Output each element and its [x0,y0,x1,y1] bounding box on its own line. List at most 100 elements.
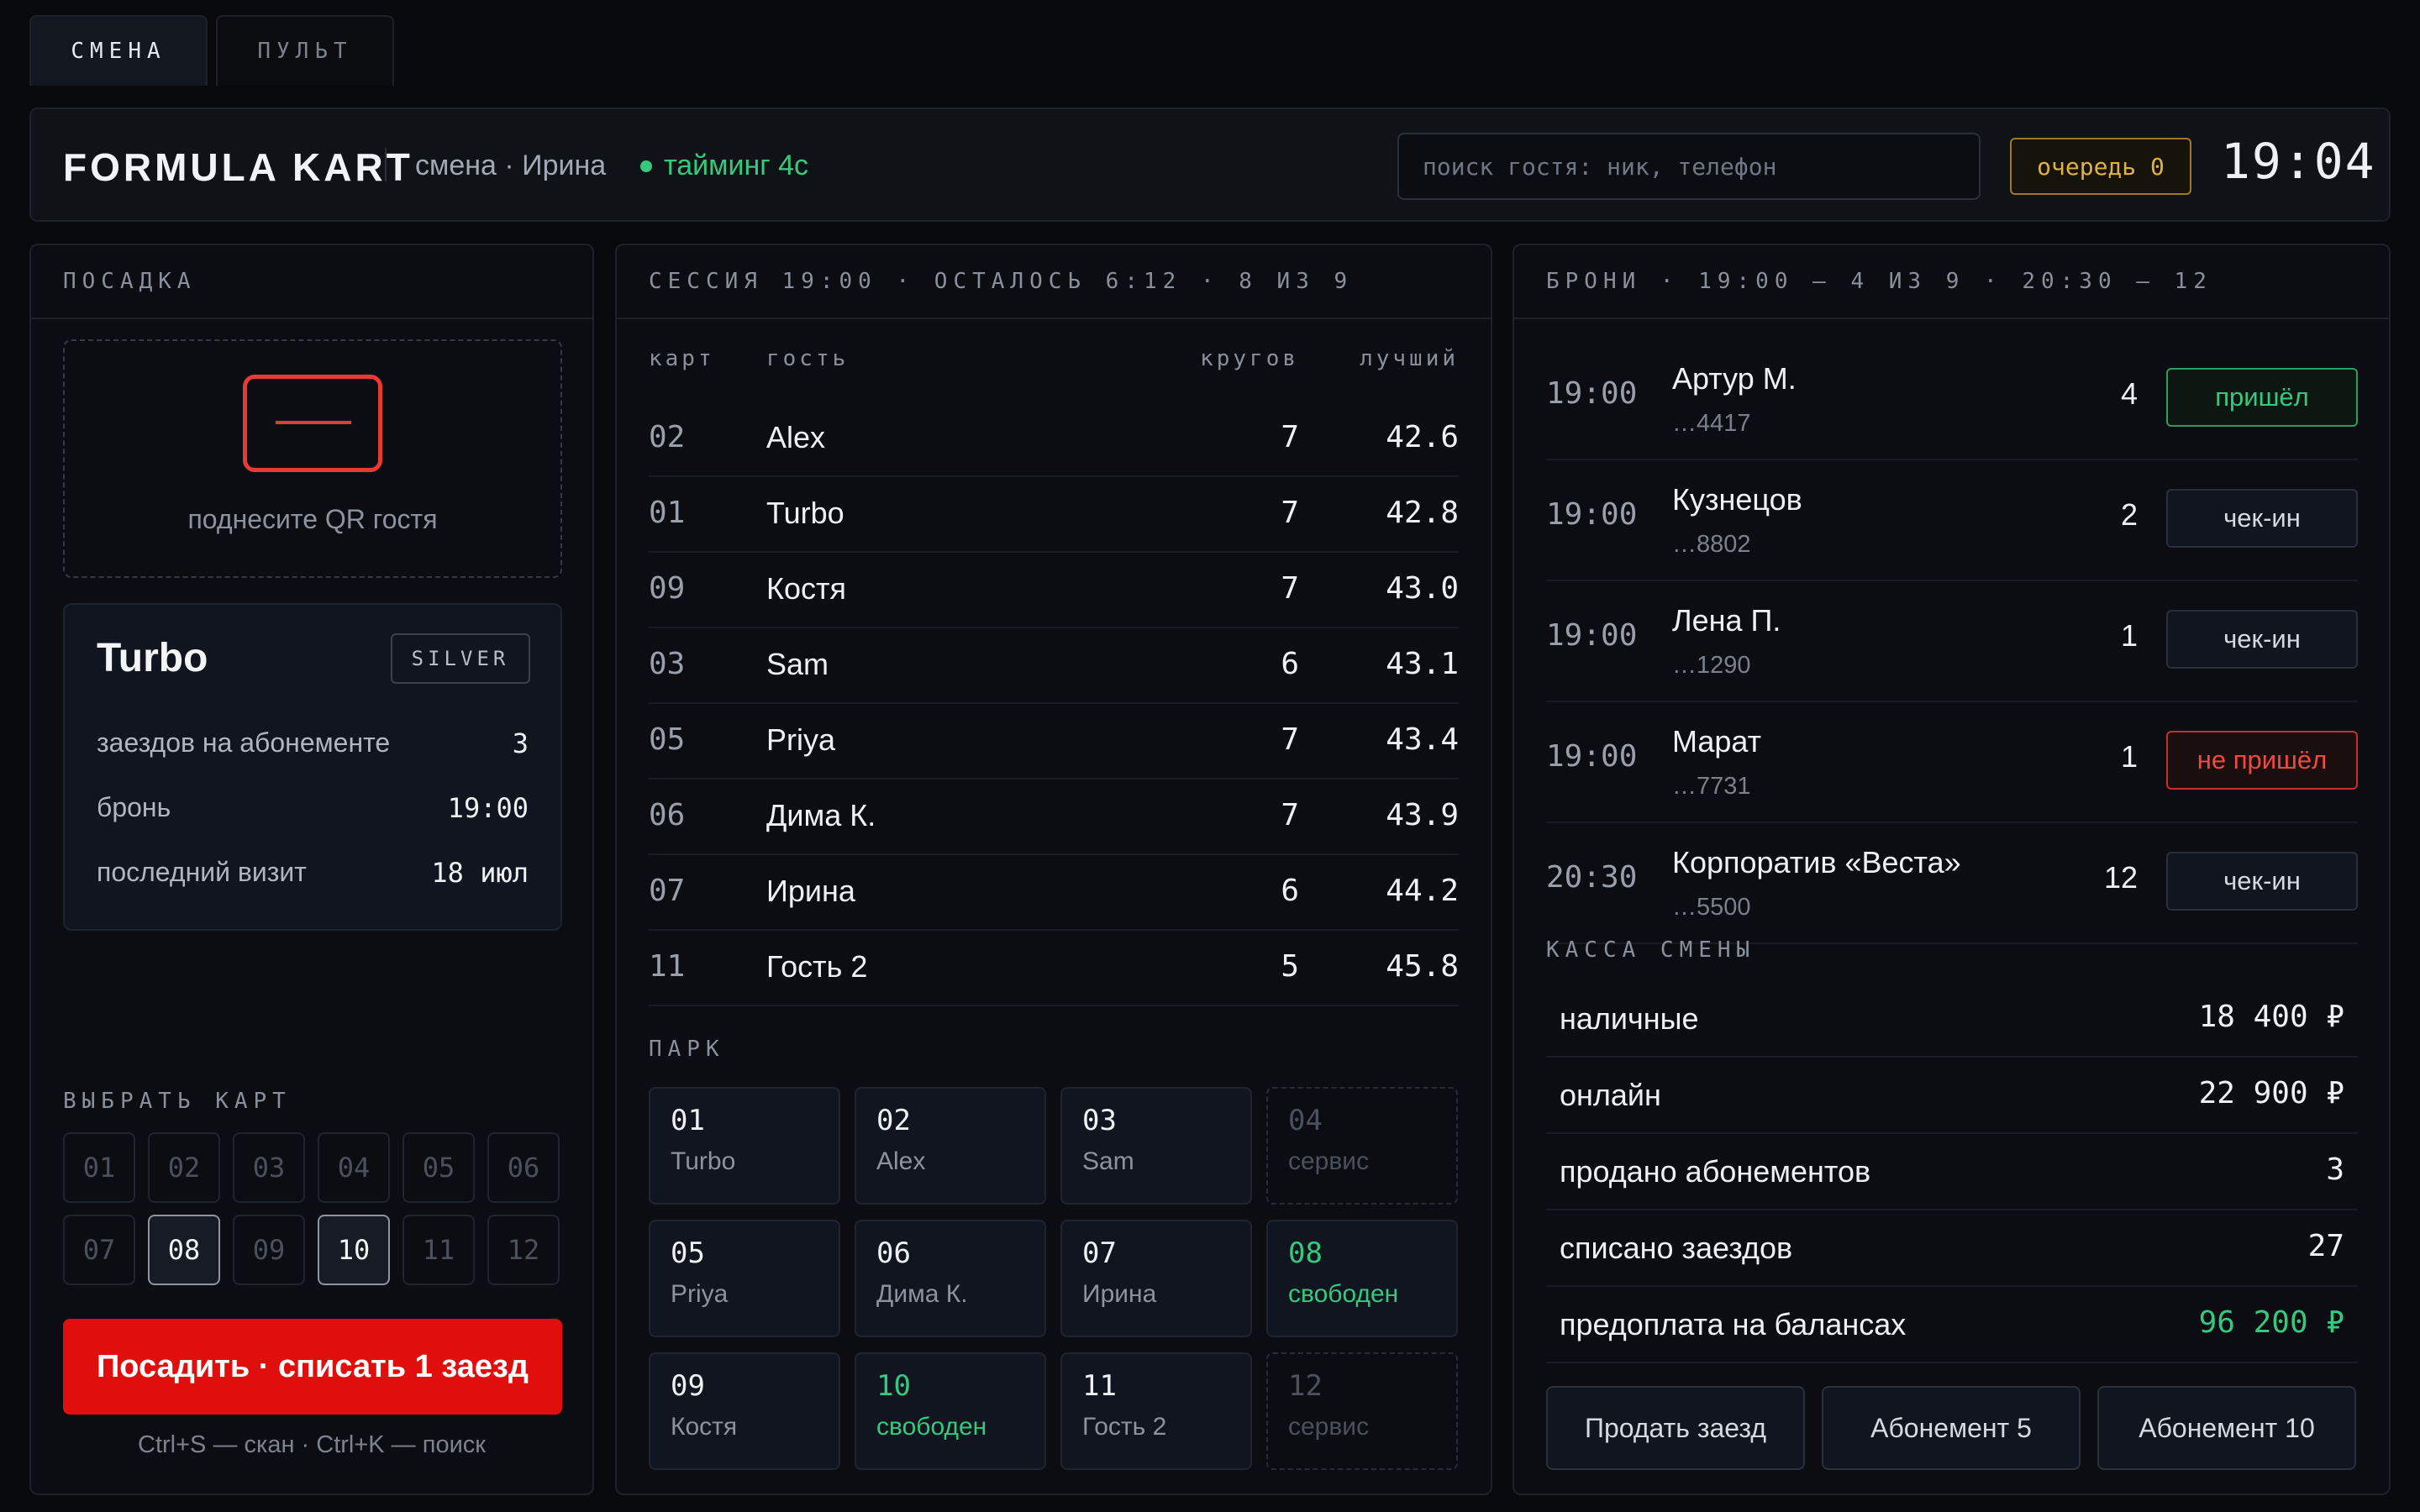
lap-count: 7 [1281,496,1299,530]
park-kart-status: Костя [671,1413,738,1441]
park-kart-01[interactable]: 01 Turbo [649,1087,840,1205]
park-kart-status: Sam [1082,1147,1134,1175]
park-kart-status: Priya [671,1280,729,1308]
park-kart-status: свободен [876,1413,987,1441]
divider [385,148,387,181]
booking-time: 19:00 [1546,618,1638,653]
pass-10-button[interactable]: Абонемент 10 [2097,1386,2356,1470]
park-kart-status: сервис [1288,1413,1370,1441]
seat-button[interactable]: Посадить · списать 1 заезд [63,1319,562,1415]
kart-option-08[interactable]: 08 [148,1215,220,1285]
park-kart-03[interactable]: 03 Sam [1060,1087,1252,1205]
kart-option-12[interactable]: 12 [487,1215,560,1285]
park-kart-12[interactable]: 12 сервис [1266,1352,1458,1470]
park-kart-07[interactable]: 07 Ирина [1060,1220,1252,1337]
kart-option-04[interactable]: 04 [318,1132,390,1203]
booking-phone: …4417 [1672,410,1751,437]
cash-value: 27 [2307,1229,2344,1263]
booking-status-button[interactable]: не пришёл [2166,731,2358,790]
panel-title: СЕССИЯ 19:00 · ОСТАЛОСЬ 6:12 · 8 ИЗ 9 [617,245,1491,319]
best-lap: 45.8 [1386,949,1459,984]
stat-value: 18 июл [431,857,529,889]
cash-label: КАССА СМЕНЫ [1546,937,1756,963]
session-row: 02 Alex 7 42.6 [649,402,1459,477]
park-kart-02[interactable]: 02 Alex [855,1087,1046,1205]
kart-select-label: ВЫБРАТЬ КАРТ [63,1089,292,1114]
park-kart-10[interactable]: 10 свободен [855,1352,1046,1470]
cash-label: наличные [1560,1001,1699,1036]
tab-console[interactable]: ПУЛЬТ [216,15,394,86]
qr-scan-zone[interactable]: поднесите QR гостя [63,339,562,578]
park-kart-number: 03 [1082,1104,1117,1137]
cash-value: 22 900 ₽ [2198,1076,2344,1110]
park-grid: 01 Turbo 02 Alex 03 Sam 04 сервис 05 Priya 06 Дима … [649,1087,1458,1470]
guest-name: Turbo [97,636,208,680]
timing-status: тайминг 4с [640,150,808,182]
lap-count: 7 [1281,722,1299,757]
booking-row: 19:00 Лена П. …1290 1 чек-ин [1546,581,2358,702]
status-dot-icon [640,160,652,172]
cash-value: 96 200 ₽ [2198,1305,2344,1340]
park-kart-11[interactable]: 11 Гость 2 [1060,1352,1252,1470]
kart-option-03[interactable]: 03 [233,1132,305,1203]
queue-badge[interactable]: очередь 0 [2010,138,2191,195]
booking-status-button[interactable]: чек-ин [2166,610,2358,669]
guest-search-input[interactable] [1397,133,1981,200]
booking-time: 19:00 [1546,739,1638,774]
col-header-kart: карт [649,346,715,371]
kart-option-02[interactable]: 02 [148,1132,220,1203]
action-buttons: Продать заезд Абонемент 5 Абонемент 10 [1546,1386,2356,1470]
booking-status-button[interactable]: пришёл [2166,368,2358,427]
booking-row: 19:00 Кузнецов …8802 2 чек-ин [1546,460,2358,581]
kart-option-01[interactable]: 01 [63,1132,135,1203]
booking-name: Артур М. [1672,361,1797,396]
guest-name: Гость 2 [766,949,868,984]
kart-option-07[interactable]: 07 [63,1215,135,1285]
park-kart-number: 01 [671,1104,705,1137]
shift-info: смена · Ирина [415,150,607,181]
park-kart-number: 11 [1082,1369,1117,1403]
booking-time: 20:30 [1546,860,1638,895]
park-kart-05[interactable]: 05 Priya [649,1220,840,1337]
kart-option-10[interactable]: 10 [318,1215,390,1285]
kart-option-09[interactable]: 09 [233,1215,305,1285]
booking-name: Лена П. [1672,603,1781,638]
kart-option-05[interactable]: 05 [402,1132,475,1203]
park-kart-06[interactable]: 06 Дима К. [855,1220,1046,1337]
col-header-guest: гость [766,346,850,371]
kart-option-11[interactable]: 11 [402,1215,475,1285]
cash-row: онлайн 22 900 ₽ [1546,1058,2358,1134]
booking-phone: …5500 [1672,894,1751,921]
park-kart-number: 07 [1082,1236,1117,1270]
booking-row: 19:00 Артур М. …4417 4 пришёл [1546,339,2358,460]
cash-value: 18 400 ₽ [2198,1000,2344,1034]
seating-panel: ПОСАДКА поднесите QR гостя Turbo SILVER … [29,244,594,1495]
park-kart-04[interactable]: 04 сервис [1266,1087,1458,1205]
cash-row: продано абонементов 3 [1546,1134,2358,1210]
park-kart-08[interactable]: 08 свободен [1266,1220,1458,1337]
tab-shift[interactable]: СМЕНА [29,15,208,86]
park-kart-status: Дима К. [876,1280,968,1308]
booking-status-button[interactable]: чек-ин [2166,489,2358,548]
stat-label: последний визит [97,857,307,887]
guest-name: Sam [766,647,829,681]
kart-number: 05 [649,722,686,757]
qr-scan-icon [243,375,382,472]
park-kart-status: Ирина [1082,1280,1157,1308]
park-kart-number: 08 [1288,1236,1323,1270]
booking-status-button[interactable]: чек-ин [2166,852,2358,911]
pass-5-button[interactable]: Абонемент 5 [1822,1386,2081,1470]
kart-option-06[interactable]: 06 [487,1132,560,1203]
park-kart-number: 10 [876,1369,911,1403]
park-kart-09[interactable]: 09 Костя [649,1352,840,1470]
park-kart-status: сервис [1288,1147,1370,1175]
park-kart-status: свободен [1288,1280,1399,1308]
bookings-panel: БРОНИ · 19:00 — 4 ИЗ 9 · 20:30 — 12 19:0… [1512,244,2391,1495]
app-title: FORMULA KART [63,145,413,189]
kart-number: 11 [649,949,686,984]
park-kart-status: Turbo [671,1147,736,1175]
cash-label: предоплата на балансах [1560,1307,1907,1341]
sell-ride-button[interactable]: Продать заезд [1546,1386,1805,1470]
kart-number: 06 [649,798,686,832]
booking-count: 12 [2103,860,2138,895]
